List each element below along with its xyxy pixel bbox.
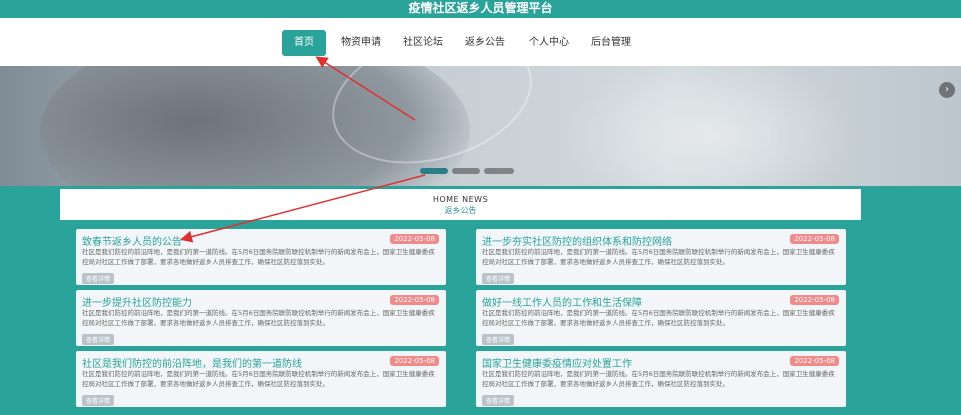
- news-title[interactable]: 致春节返乡人员的公告: [82, 233, 182, 248]
- news-card[interactable]: 致春节返乡人员的公告 2022-05-08 社区是我们防控的前沿阵地，是我们的第…: [76, 229, 446, 285]
- nav-supplies[interactable]: 物资申请: [338, 30, 384, 56]
- news-more-button[interactable]: 查看详情: [82, 395, 115, 406]
- news-more-button[interactable]: 查看详情: [482, 334, 515, 345]
- news-excerpt: 社区是我们防控的前沿阵地，是我们的第一道防线。在5月6日国务院联防联控机制举行的…: [482, 309, 835, 327]
- news-heading-cn: 返乡公告: [444, 206, 477, 215]
- app-title: 疫情社区返乡人员管理平台: [0, 0, 961, 18]
- carousel-dot[interactable]: [420, 168, 448, 174]
- nav-admin[interactable]: 后台管理: [588, 30, 634, 56]
- news-title[interactable]: 进一步夯实社区防控的组织体系和防控网络: [482, 233, 672, 248]
- news-title[interactable]: 进一步提升社区防控能力: [82, 294, 192, 309]
- news-excerpt: 社区是我们防控的前沿阵地，是我们的第一道防线。在5月6日国务院联防联控机制举行的…: [482, 370, 835, 388]
- carousel-next-icon[interactable]: ›: [939, 82, 955, 98]
- nav-forum[interactable]: 社区论坛: [400, 30, 446, 56]
- nav-home[interactable]: 首页: [282, 30, 326, 56]
- news-card[interactable]: 做好一线工作人员的工作和生活保障 2022-05-08 社区是我们防控的前沿阵地…: [476, 290, 846, 346]
- news-date-badge: 2022-05-08: [790, 234, 839, 244]
- news-title[interactable]: 社区是我们防控的前沿阵地，是我们的第一道防线: [82, 355, 302, 370]
- carousel-indicators: [420, 168, 530, 176]
- news-card[interactable]: 进一步提升社区防控能力 2022-05-08 社区是我们防控的前沿阵地，是我们的…: [76, 290, 446, 346]
- nav-profile[interactable]: 个人中心: [524, 30, 574, 56]
- news-card[interactable]: 社区是我们防控的前沿阵地，是我们的第一道防线 2022-05-08 社区是我们防…: [76, 351, 446, 407]
- carousel-dot[interactable]: [484, 168, 514, 174]
- banner-highlight: [560, 66, 860, 186]
- news-date-badge: 2022-05-08: [390, 356, 439, 366]
- news-excerpt: 社区是我们防控的前沿阵地，是我们的第一道防线。在5月6日国务院联防联控机制举行的…: [482, 248, 835, 266]
- news-more-button[interactable]: 查看详情: [82, 334, 115, 345]
- news-excerpt: 社区是我们防控的前沿阵地，是我们的第一道防线。在5月6日国务院联防联控机制举行的…: [82, 309, 435, 327]
- news-more-button[interactable]: 查看详情: [482, 395, 515, 406]
- nav-announcements[interactable]: 返乡公告: [462, 30, 508, 56]
- news-title[interactable]: 国家卫生健康委疫情应对处置工作: [482, 355, 632, 370]
- news-section-header: HOME NEWS 返乡公告: [60, 189, 861, 220]
- news-card[interactable]: 进一步夯实社区防控的组织体系和防控网络 2022-05-08 社区是我们防控的前…: [476, 229, 846, 285]
- hero-carousel: ›: [0, 66, 961, 186]
- main-nav: 首页 物资申请 社区论坛 返乡公告 个人中心 后台管理: [0, 18, 961, 66]
- news-excerpt: 社区是我们防控的前沿阵地，是我们的第一道防线。在5月6日国务院联防联控机制举行的…: [82, 248, 435, 266]
- news-date-badge: 2022-05-08: [790, 356, 839, 366]
- news-date-badge: 2022-05-08: [790, 295, 839, 305]
- news-more-button[interactable]: 查看详情: [82, 273, 115, 284]
- carousel-dot[interactable]: [452, 168, 480, 174]
- news-excerpt: 社区是我们防控的前沿阵地，是我们的第一道防线。在5月6日国务院联防联控机制举行的…: [82, 370, 435, 388]
- news-date-badge: 2022-05-08: [390, 295, 439, 305]
- news-heading-en: HOME NEWS: [432, 195, 489, 204]
- news-title[interactable]: 做好一线工作人员的工作和生活保障: [482, 294, 642, 309]
- news-card[interactable]: 国家卫生健康委疫情应对处置工作 2022-05-08 社区是我们防控的前沿阵地，…: [476, 351, 846, 407]
- news-date-badge: 2022-05-08: [390, 234, 439, 244]
- news-more-button[interactable]: 查看详情: [482, 273, 515, 284]
